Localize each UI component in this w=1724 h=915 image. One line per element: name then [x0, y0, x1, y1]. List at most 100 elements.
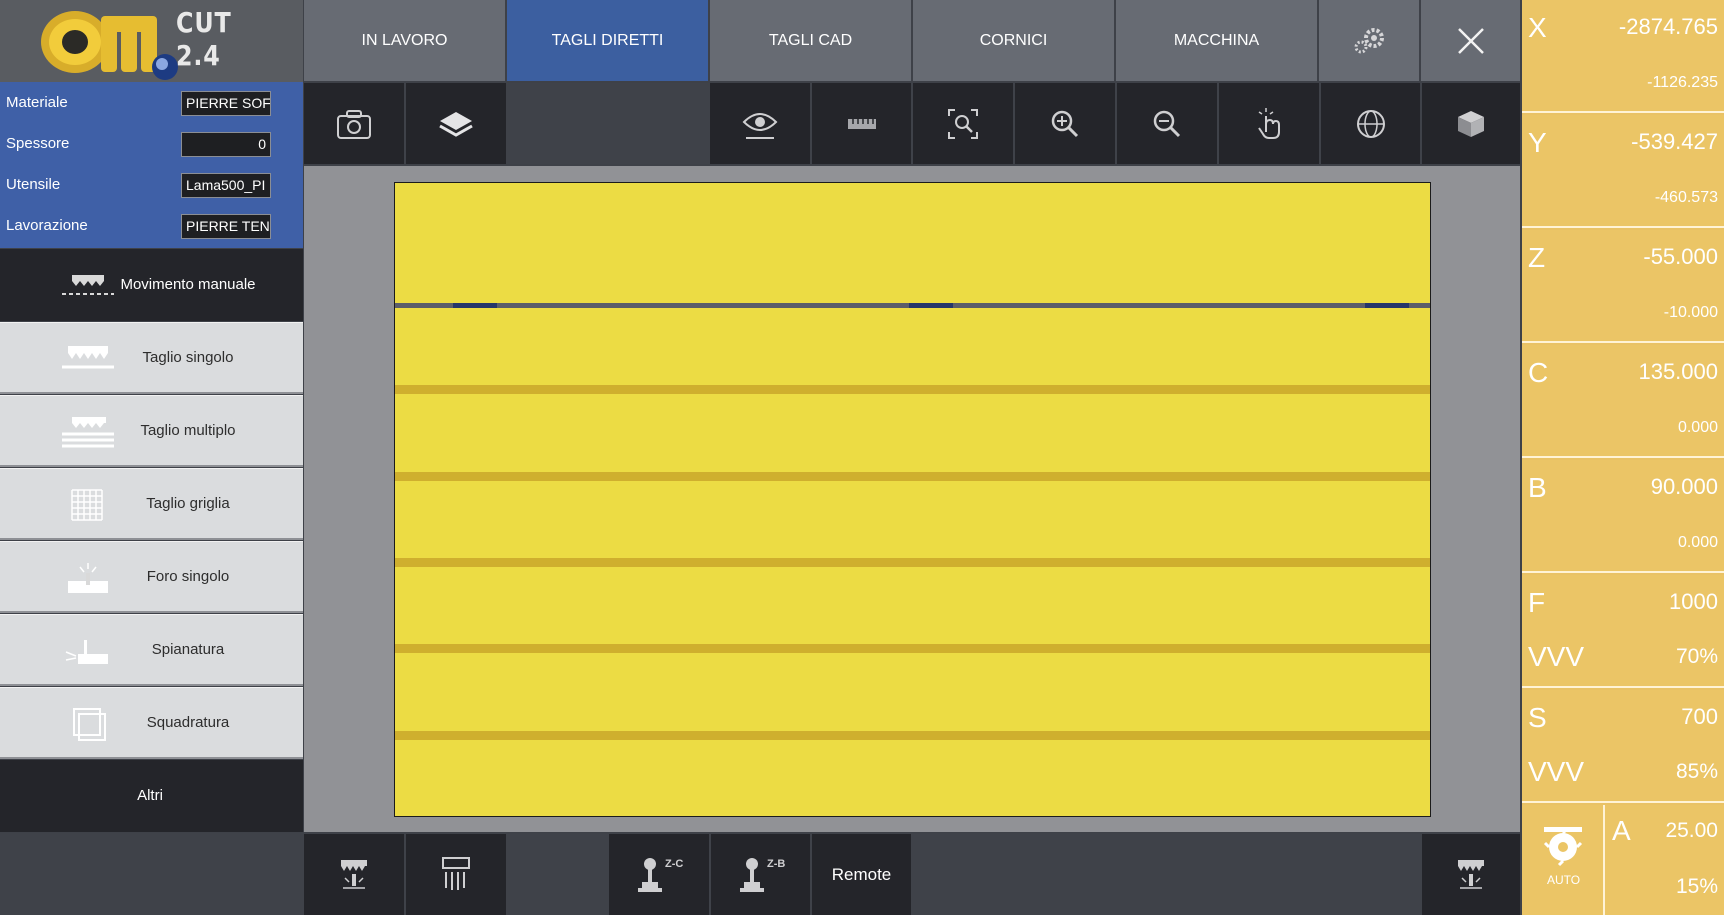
joystick-zc-button[interactable]: Z-C — [609, 834, 709, 915]
axis-c-value: 135.000 — [1638, 359, 1718, 384]
tab-macchina[interactable]: MACCHINA — [1116, 0, 1317, 81]
spindle-override-value: 85% — [1675, 760, 1718, 783]
view-button[interactable] — [710, 83, 810, 164]
saw-blade-icon — [62, 275, 114, 295]
layers-button[interactable] — [406, 83, 506, 164]
joystick-zb-button[interactable]: Z-B — [711, 834, 810, 915]
ruler-icon — [847, 118, 876, 129]
menu-movimento-manuale[interactable]: Movimento manuale — [0, 249, 303, 321]
lavorazione-field[interactable]: PIERRE TENDRE — [181, 214, 271, 239]
menu-altri[interactable]: Altri — [0, 760, 303, 832]
groove-line — [395, 644, 1430, 653]
groove-line — [395, 472, 1430, 481]
camera-icon — [337, 109, 371, 139]
lavorazione-label: Lavorazione — [6, 217, 88, 234]
feed-override-label: VVV — [1528, 641, 1585, 672]
zoom-fit-icon — [948, 108, 978, 139]
camera-button[interactable] — [304, 83, 404, 164]
axis-b-name: B — [1528, 472, 1547, 503]
tab-tagli-diretti[interactable]: TAGLI DIRETTI — [507, 0, 708, 81]
settings-button[interactable] — [1319, 0, 1419, 81]
spindle-speed[interactable]: S 700 VVV 85% — [1522, 690, 1724, 803]
utensile-label: Utensile — [6, 176, 61, 193]
single-cut-icon — [62, 345, 114, 368]
spindle-override-label: VVV — [1528, 756, 1585, 787]
menu-squadratura[interactable]: Squadratura — [0, 687, 303, 759]
tab-cornici[interactable]: CORNICI — [913, 0, 1114, 81]
spessore-field[interactable]: 0 — [181, 132, 271, 157]
feed-value: 1000 — [1669, 589, 1718, 614]
auto-button[interactable]: AUTO — [1522, 805, 1605, 915]
spessore-label: Spessore — [6, 135, 70, 152]
axis-a-row: AUTO A 25.00 15% — [1522, 805, 1724, 915]
groove-line — [395, 731, 1430, 740]
feed-rate[interactable]: F 1000 VVV 70% — [1522, 575, 1724, 688]
cut-segment — [453, 303, 497, 308]
drill-hole-icon — [68, 562, 108, 593]
menu-taglio-multiplo[interactable]: Taglio multiplo — [0, 395, 303, 467]
menu-taglio-griglia-label: Taglio griglia — [146, 494, 230, 512]
axis-y[interactable]: Y -539.427 -460.573 — [1522, 115, 1724, 228]
axis-y-value: -539.427 — [1631, 129, 1718, 154]
stone-slab[interactable] — [394, 182, 1431, 817]
parameters-panel: Materiale PIERRE SOFT Spessore 0 Utensil… — [0, 82, 303, 248]
axis-a-value: 25.00 — [1665, 819, 1718, 842]
axis-b[interactable]: B 90.000 0.000 — [1522, 460, 1724, 573]
menu-spianatura-label: Spianatura — [151, 640, 225, 658]
axis-y-name: Y — [1528, 127, 1547, 158]
spindle-name: S — [1528, 702, 1547, 733]
eye-icon — [742, 112, 778, 139]
menu-spianatura[interactable]: Spianatura — [0, 614, 303, 686]
cut-segment — [1365, 303, 1409, 308]
axis-b-value: 90.000 — [1650, 474, 1718, 499]
menu-taglio-singolo[interactable]: Taglio singolo — [0, 322, 303, 394]
surfacing-icon — [65, 639, 108, 664]
axis-y-target: -460.573 — [1654, 189, 1718, 206]
axis-z-value: -55.000 — [1643, 244, 1718, 269]
globe-icon — [1356, 109, 1385, 138]
water-jet-button[interactable] — [406, 834, 506, 915]
axis-c[interactable]: C 135.000 0.000 — [1522, 345, 1724, 458]
menu-foro-singolo[interactable]: Foro singolo — [0, 541, 303, 613]
menu-taglio-griglia[interactable]: Taglio griglia — [0, 468, 303, 540]
blade-position-button[interactable] — [304, 834, 404, 915]
axis-c-name: C — [1528, 357, 1549, 388]
menu-altri-label: Altri — [137, 787, 163, 804]
zoom-out-icon — [1153, 110, 1181, 137]
axis-a-name: A — [1612, 815, 1631, 846]
utensile-field[interactable]: Lama500_PI — [181, 173, 271, 198]
menu-foro-singolo-label: Foro singolo — [146, 567, 230, 585]
close-button[interactable] — [1421, 0, 1520, 81]
zoom-fit-button[interactable] — [913, 83, 1013, 164]
axis-x-target: -1126.235 — [1647, 74, 1718, 91]
3d-view-button[interactable] — [1321, 83, 1420, 164]
zoom-out-button[interactable] — [1117, 83, 1217, 164]
z-c-label: Z-C — [665, 858, 684, 870]
axis-x-name: X — [1528, 12, 1547, 43]
tab-in-lavoro[interactable]: IN LAVORO — [304, 0, 505, 81]
groove-line — [395, 558, 1430, 567]
squaring-icon — [73, 707, 106, 741]
axis-z[interactable]: Z -55.000 -10.000 — [1522, 230, 1724, 343]
touch-button[interactable] — [1219, 83, 1319, 164]
blade-spray-icon — [341, 859, 367, 889]
blade-down-button[interactable] — [1422, 834, 1520, 915]
blade-spray-icon — [1458, 859, 1484, 889]
water-jet-icon — [442, 856, 470, 890]
axis-x[interactable]: X -2874.765 -1126.235 — [1522, 0, 1724, 113]
spindle-value: 700 — [1681, 704, 1718, 729]
app-logo: CUT 2.4 — [0, 0, 303, 82]
materiale-field[interactable]: PIERRE SOFT — [181, 91, 271, 116]
feed-override-value: 70% — [1675, 645, 1718, 668]
touch-icon — [1258, 107, 1280, 139]
cut-segment — [909, 303, 953, 308]
axis-x-value: -2874.765 — [1618, 14, 1718, 39]
zoom-in-button[interactable] — [1015, 83, 1115, 164]
multiple-cut-icon — [62, 416, 114, 447]
remote-button[interactable]: Remote — [812, 834, 911, 915]
auto-label: AUTO — [1546, 873, 1581, 887]
cad-canvas[interactable] — [304, 166, 1520, 832]
tab-tagli-cad[interactable]: TAGLI CAD — [710, 0, 911, 81]
solid-view-button[interactable] — [1422, 83, 1520, 164]
measure-button[interactable] — [812, 83, 911, 164]
